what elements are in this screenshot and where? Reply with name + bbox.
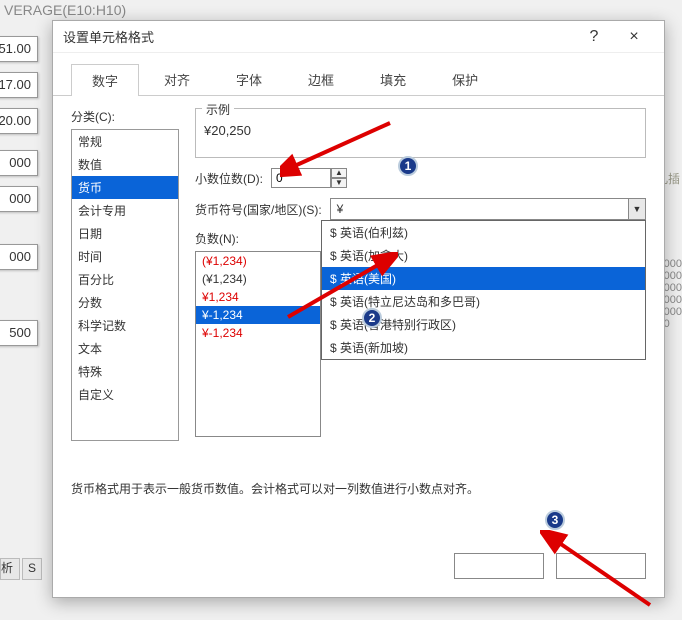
- currency-dropdown[interactable]: $ 英语(伯利兹) $ 英语(加拿大) $ 英语(美国) $ 英语(特立尼达岛和…: [321, 220, 646, 360]
- titlebar: 设置单元格格式 ? ×: [53, 21, 664, 53]
- formula-bar: VERAGE(E10:H10): [0, 0, 130, 20]
- tabs: 数字 对齐 字体 边框 填充 保护: [53, 53, 664, 96]
- category-item[interactable]: 数值: [72, 153, 178, 176]
- negative-list[interactable]: (¥1,234) (¥1,234) ¥1,234 ¥-1,234 ¥-1,234: [195, 251, 321, 437]
- tab-border[interactable]: 边框: [287, 63, 355, 95]
- bg-num: 000: [664, 270, 682, 282]
- help-button[interactable]: ?: [574, 28, 614, 46]
- currency-value: ¥: [330, 198, 646, 220]
- category-list[interactable]: 常规 数值 货币 会计专用 日期 时间 百分比 分数 科学记数 文本 特殊 自定…: [71, 129, 179, 441]
- annotation-marker-2: 2: [362, 308, 382, 328]
- currency-option[interactable]: $ 英语(新加坡): [322, 336, 645, 359]
- format-cells-dialog: 设置单元格格式 ? × 数字 对齐 字体 边框 填充 保护 分类(C): 常规 …: [52, 20, 665, 598]
- tab-align[interactable]: 对齐: [143, 63, 211, 95]
- cancel-button[interactable]: 取消: [556, 553, 646, 579]
- bg-num: 0: [664, 318, 682, 330]
- category-item[interactable]: 时间: [72, 245, 178, 268]
- tab-fill[interactable]: 填充: [359, 63, 427, 95]
- spin-up[interactable]: ▲: [331, 168, 347, 178]
- tab-number[interactable]: 数字: [71, 64, 139, 96]
- chevron-down-icon[interactable]: ▼: [628, 198, 646, 220]
- neg-item[interactable]: ¥-1,234: [196, 306, 320, 324]
- format-description: 货币格式用于表示一般货币数值。会计格式可以对一列数值进行小数点对齐。: [71, 480, 479, 497]
- side-button[interactable]: S: [22, 558, 42, 580]
- sheet-cell: 000: [0, 150, 38, 176]
- neg-item[interactable]: ¥1,234: [196, 288, 320, 306]
- sample-box: 示例 ¥20,250: [195, 108, 646, 158]
- sheet-cell: 20.00: [0, 108, 38, 134]
- category-item[interactable]: 文本: [72, 337, 178, 360]
- decimal-label: 小数位数(D):: [195, 170, 263, 187]
- category-item[interactable]: 常规: [72, 130, 178, 153]
- sheet-cell: 51.00: [0, 36, 38, 62]
- symbol-label: 货币符号(国家/地区)(S):: [195, 201, 322, 218]
- category-item[interactable]: 特殊: [72, 360, 178, 383]
- category-item[interactable]: 自定义: [72, 383, 178, 406]
- sheet-cell: 000: [0, 186, 38, 212]
- dialog-title: 设置单元格格式: [63, 27, 574, 46]
- category-item[interactable]: 百分比: [72, 268, 178, 291]
- sheet-cell: 17.00: [0, 72, 38, 98]
- currency-option[interactable]: $ 英语(伯利兹): [322, 221, 645, 244]
- sample-value: ¥20,250: [204, 123, 637, 138]
- category-item[interactable]: 分数: [72, 291, 178, 314]
- decimal-input[interactable]: [271, 168, 331, 188]
- category-item[interactable]: 会计专用: [72, 199, 178, 222]
- sample-label: 示例: [202, 101, 234, 118]
- annotation-marker-3: 3: [545, 510, 565, 530]
- currency-combo[interactable]: ¥ ▼: [330, 198, 646, 220]
- annotation-marker-1: 1: [398, 156, 418, 176]
- side-button[interactable]: 析: [0, 558, 20, 580]
- neg-item[interactable]: (¥1,234): [196, 252, 320, 270]
- currency-option[interactable]: $ 英语(加拿大): [322, 244, 645, 267]
- bg-num: 000: [664, 294, 682, 306]
- neg-item[interactable]: ¥-1,234: [196, 324, 320, 342]
- tab-protect[interactable]: 保护: [431, 63, 499, 95]
- category-item[interactable]: 货币: [72, 176, 178, 199]
- ok-button[interactable]: 确定: [454, 553, 544, 579]
- category-item[interactable]: 科学记数: [72, 314, 178, 337]
- tab-font[interactable]: 字体: [215, 63, 283, 95]
- sheet-cell: 000: [0, 244, 38, 270]
- bg-num: 000: [664, 282, 682, 294]
- neg-item[interactable]: (¥1,234): [196, 270, 320, 288]
- currency-option[interactable]: $ 英语(美国): [322, 267, 645, 290]
- sheet-cell: 500: [0, 320, 38, 346]
- spin-down[interactable]: ▼: [331, 178, 347, 188]
- category-label: 分类(C):: [71, 108, 179, 125]
- close-button[interactable]: ×: [614, 28, 654, 46]
- bg-num: 000: [664, 306, 682, 318]
- bg-num: 000: [664, 258, 682, 270]
- category-item[interactable]: 日期: [72, 222, 178, 245]
